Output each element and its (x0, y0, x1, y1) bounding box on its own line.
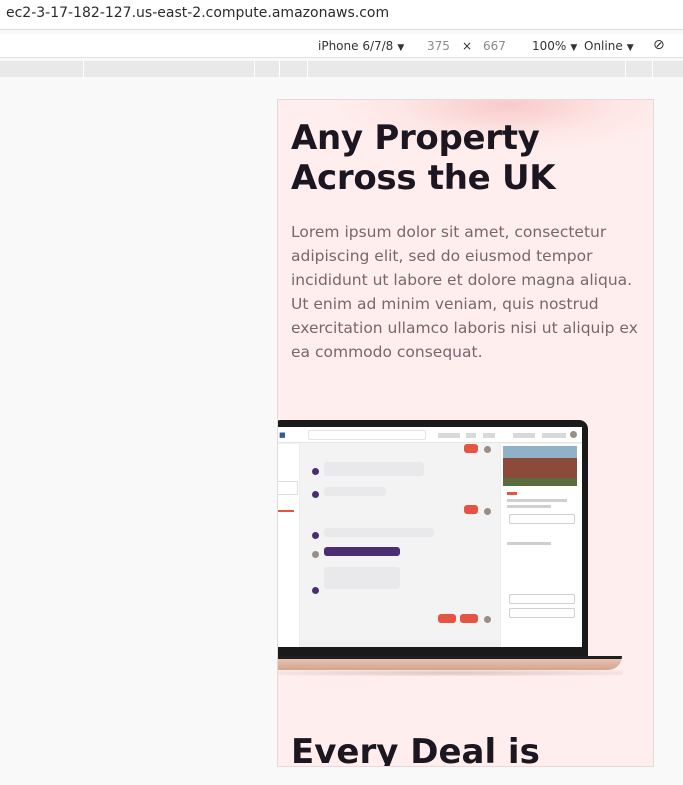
device-select-label: iPhone 6/7/8 (318, 39, 394, 53)
app-property-panel-graphic (500, 444, 582, 647)
chevron-down-icon: ▼ (570, 43, 578, 53)
zoom-select-label: 100% (532, 39, 567, 53)
app-sidebar-graphic (278, 444, 300, 647)
app-nav-graphic (466, 433, 476, 438)
panel-button-graphic (509, 594, 575, 604)
app-header-graphic: ■ (278, 427, 582, 443)
avatar-graphic (570, 431, 577, 438)
dimension-separator: × (462, 39, 473, 53)
avatar-graphic (312, 587, 319, 594)
zoom-select[interactable]: 100% ▼ (532, 39, 577, 53)
hero-title: Any Property Across the UK (291, 118, 556, 198)
tag-graphic (507, 492, 517, 495)
sidebar-card-graphic (278, 481, 298, 495)
hero-description: Lorem ipsum dolor sit amet, consectetur … (291, 223, 638, 361)
media-query-marker[interactable] (83, 61, 84, 77)
viewport-width-input[interactable]: 375 (427, 39, 450, 53)
property-photo-graphic (503, 446, 577, 486)
media-query-marker[interactable] (254, 61, 255, 77)
avatar-graphic (312, 551, 319, 558)
chevron-down-icon: ▼ (626, 43, 634, 53)
media-query-bar[interactable] (0, 61, 683, 77)
chat-bubble-graphic (464, 505, 478, 514)
laptop-lid: ■ (278, 420, 588, 656)
app-chat-graphic (300, 444, 500, 647)
chat-bubble-graphic (324, 528, 434, 537)
panel-button-graphic (509, 514, 575, 524)
rotate-icon[interactable]: ⊘ (653, 37, 665, 53)
section-title: Every Deal is (291, 732, 540, 767)
device-viewport: Any Property Across the UK Lorem ipsum d… (277, 99, 654, 767)
text-line-graphic (507, 505, 551, 508)
avatar-graphic (484, 446, 491, 453)
avatar-graphic (484, 616, 491, 623)
chat-bubble-graphic (464, 444, 478, 453)
laptop-base (278, 656, 622, 670)
media-query-marker[interactable] (307, 61, 308, 77)
browser-url-bar[interactable]: ec2-3-17-182-127.us-east-2.compute.amazo… (0, 0, 683, 30)
avatar-graphic (312, 532, 319, 539)
app-nav-graphic (438, 433, 460, 438)
avatar-graphic (484, 508, 491, 515)
avatar-graphic (312, 491, 319, 498)
text-line-graphic (507, 542, 551, 545)
chat-bubble-graphic (460, 614, 478, 623)
network-throttle-select[interactable]: Online ▼ (584, 39, 634, 53)
media-query-marker[interactable] (279, 61, 280, 77)
network-throttle-label: Online (584, 39, 623, 53)
chat-bubble-graphic (324, 547, 400, 556)
text-line-graphic (507, 499, 567, 502)
app-nav-graphic (483, 433, 495, 438)
app-logo-graphic: ■ (279, 431, 286, 439)
chat-bubble-graphic (324, 487, 386, 496)
app-nav-graphic (542, 433, 566, 438)
media-query-marker[interactable] (625, 61, 626, 77)
url-text[interactable]: ec2-3-17-182-127.us-east-2.compute.amazo… (6, 5, 389, 21)
chat-bubble-graphic (438, 614, 456, 623)
sidebar-active-graphic (278, 510, 294, 512)
media-query-marker[interactable] (652, 61, 653, 77)
chevron-down-icon: ▼ (397, 43, 405, 53)
responsive-toolbar: iPhone 6/7/8 ▼ 375 × 667 100% ▼ Online ▼ ⊘ (0, 34, 683, 58)
app-search-graphic (308, 430, 426, 440)
laptop-shadow (278, 670, 623, 676)
device-select[interactable]: iPhone 6/7/8 ▼ (318, 39, 404, 53)
chat-bubble-graphic (324, 462, 424, 476)
laptop-mockup-image: ■ (278, 420, 653, 692)
panel-button-graphic (509, 608, 575, 618)
app-nav-graphic (513, 433, 535, 438)
chat-card-graphic (324, 567, 400, 589)
avatar-graphic (312, 468, 319, 475)
viewport-height-input[interactable]: 667 (483, 39, 506, 53)
laptop-screen: ■ (278, 427, 582, 647)
